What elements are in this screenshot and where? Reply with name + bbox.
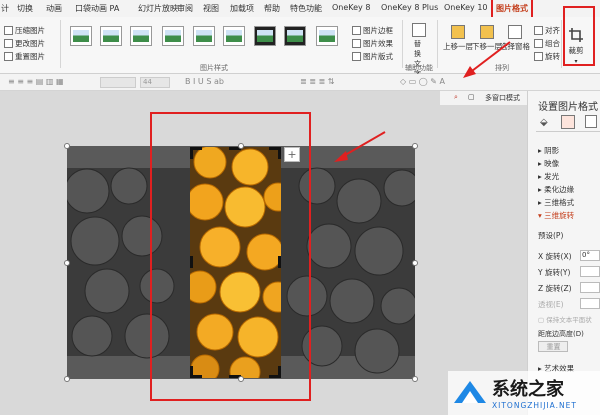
font-style-icons: B I U S ab xyxy=(185,77,224,86)
effects-tab-icon[interactable] xyxy=(561,115,575,129)
tab-design[interactable]: 计 xyxy=(1,3,9,14)
group-button[interactable]: 组合 xyxy=(534,38,560,49)
preset-label: 预设(P) xyxy=(538,231,564,240)
size-properties-icon[interactable] xyxy=(585,115,597,128)
ribbon-separator xyxy=(437,20,438,68)
reset-icon xyxy=(4,52,13,61)
resize-handle-bottom-right[interactable] xyxy=(412,376,418,382)
group-label-accessibility: 辅助功能 xyxy=(405,64,433,72)
tab-review[interactable]: 审阅 xyxy=(177,3,193,14)
tab-slideshow[interactable]: 幻灯片放映 xyxy=(138,3,178,14)
align-button[interactable]: 对齐 xyxy=(534,25,560,36)
tab-addins[interactable]: 加载项 xyxy=(230,3,254,14)
picture-style-7[interactable] xyxy=(254,26,276,46)
group-icon xyxy=(534,39,543,48)
resize-handle-right[interactable] xyxy=(412,260,418,266)
picture-layout-button[interactable]: 图片版式 xyxy=(352,51,393,62)
tab-onekey8[interactable]: OneKey 8 xyxy=(332,3,370,12)
bring-forward-icon xyxy=(451,25,465,39)
selection-pane-icon xyxy=(508,25,522,39)
tab-view[interactable]: 视图 xyxy=(203,3,219,14)
watermark-logo-icon xyxy=(454,381,486,403)
annotation-box-crop xyxy=(563,6,595,66)
font-size-box[interactable]: 44 xyxy=(140,77,170,88)
drawing-icons: ◇ ▭ ◯ ✎ A xyxy=(400,77,446,86)
annotation-box-crop-area xyxy=(150,112,311,401)
font-name-box[interactable] xyxy=(100,77,136,88)
resize-handle-left[interactable] xyxy=(64,260,70,266)
tab-help[interactable]: 帮助 xyxy=(264,3,280,14)
section-3d-format[interactable]: ▸ 三维格式 xyxy=(538,197,574,208)
multi-window-mode[interactable]: 多窗口模式 xyxy=(485,93,520,103)
tab-onekey8-plus[interactable]: OneKey 8 Plus xyxy=(381,3,438,12)
annotation-arrow-icon xyxy=(334,131,386,162)
ribbon-separator xyxy=(60,20,61,68)
pane-title: 设置图片格式 xyxy=(538,102,598,113)
picture-style-9[interactable] xyxy=(316,26,338,46)
border-icon xyxy=(352,26,361,35)
align-icon xyxy=(534,26,543,35)
reset-picture-button[interactable]: 重置图片 xyxy=(4,51,45,62)
resize-handle-bottom-left[interactable] xyxy=(64,376,70,382)
tab-animations[interactable]: 动画 xyxy=(46,3,62,14)
picture-border-button[interactable]: 图片边框 xyxy=(352,25,393,36)
tab-transitions[interactable]: 切换 xyxy=(17,3,33,14)
window-icon[interactable]: ▢ xyxy=(468,93,475,101)
z-rotation-input[interactable] xyxy=(580,282,600,293)
ribbon-separator xyxy=(402,20,403,68)
y-rotation-label: Y 旋转(Y) xyxy=(538,268,571,277)
format-icons: ≡ ≡ ≡ ▤ ▥ ▦ xyxy=(8,77,64,86)
distance-label: 距底边高度(D) xyxy=(538,330,584,338)
picture-style-8[interactable] xyxy=(284,26,306,46)
keep-text-flat-checkbox[interactable]: ▢ 保持文本平面状 xyxy=(538,314,592,324)
tab-onekey10[interactable]: OneKey 10 xyxy=(444,3,488,12)
annotation-arrow-icon-2 xyxy=(463,41,511,78)
effects-icon xyxy=(352,39,361,48)
tab-special-features[interactable]: 特色功能 xyxy=(290,3,322,14)
fill-line-icon[interactable]: ⬙ xyxy=(540,117,548,128)
search-icon[interactable]: ⌕ xyxy=(454,93,458,102)
layout-icon xyxy=(352,52,361,61)
x-rotation-label: X 旋转(X) xyxy=(538,252,572,261)
perspective-label: 透视(E) xyxy=(538,300,564,309)
section-reflection[interactable]: ▸ 映像 xyxy=(538,158,559,169)
picture-style-1[interactable] xyxy=(70,26,92,46)
resize-handle-top-right[interactable] xyxy=(412,143,418,149)
send-backward-icon xyxy=(480,25,494,39)
section-shadow[interactable]: ▸ 阴影 xyxy=(538,145,559,156)
watermark: 系统之家 XITONGZHIJIA.NET xyxy=(448,371,600,415)
picture-style-6[interactable] xyxy=(223,26,245,46)
window-mode-strip: ⌕ ▢ 多窗口模式 xyxy=(440,91,540,105)
group-label-picture-styles: 图片样式 xyxy=(200,64,228,72)
paragraph-icons: ≣ ≣ ≣ ⇅ xyxy=(300,77,335,86)
rotate-icon xyxy=(534,52,543,61)
picture-style-4[interactable] xyxy=(162,26,184,46)
x-rotation-input[interactable]: 0° xyxy=(580,250,600,261)
tab-pocket-animation[interactable]: 口袋动画 PA xyxy=(75,3,119,14)
change-picture-icon xyxy=(4,39,13,48)
rotate-button[interactable]: 旋转 xyxy=(534,51,560,62)
perspective-input[interactable] xyxy=(580,298,600,309)
format-picture-pane: 设置图片格式 ⬙ ▸ 阴影 ▸ 映像 ▸ 发光 ▸ 柔化边缘 ▸ 三维格式 ▾ … xyxy=(527,91,600,415)
compress-icon xyxy=(4,26,13,35)
ribbon-separator xyxy=(561,20,562,68)
reset-button[interactable]: 重置 xyxy=(538,341,568,352)
alt-text-icon xyxy=(412,23,426,37)
picture-style-3[interactable] xyxy=(130,26,152,46)
picture-effects-button[interactable]: 图片效果 xyxy=(352,38,393,49)
z-rotation-label: Z 旋转(Z) xyxy=(538,284,572,293)
section-soft-edges[interactable]: ▸ 柔化边缘 xyxy=(538,184,574,195)
resize-handle-top-left[interactable] xyxy=(64,143,70,149)
section-glow[interactable]: ▸ 发光 xyxy=(538,171,559,182)
picture-style-2[interactable] xyxy=(100,26,122,46)
compress-pictures-button[interactable]: 压缩图片 xyxy=(4,25,45,36)
section-3d-rotation[interactable]: ▾ 三维旋转 xyxy=(538,210,574,221)
y-rotation-input[interactable] xyxy=(580,266,600,277)
picture-style-5[interactable] xyxy=(193,26,215,46)
pane-divider xyxy=(536,131,600,132)
watermark-brand: 系统之家 xyxy=(492,379,564,400)
watermark-url: XITONGZHIJIA.NET xyxy=(492,401,577,410)
change-picture-button[interactable]: 更改图片 xyxy=(4,38,45,49)
